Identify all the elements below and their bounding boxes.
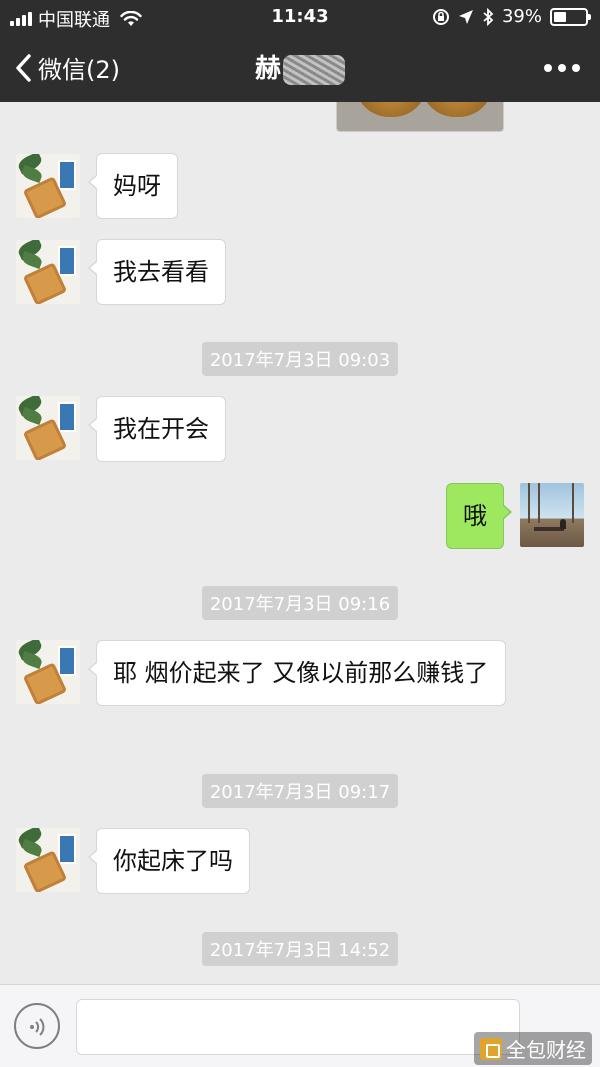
timestamp: 2017年7月3日 09:16 [0, 586, 600, 620]
redacted-name [283, 54, 345, 85]
image-message[interactable] [336, 102, 504, 132]
bluetooth-icon [483, 7, 494, 26]
timestamp: 2017年7月3日 09:03 [0, 342, 600, 376]
voice-icon [30, 1018, 45, 1036]
contact-avatar[interactable] [16, 154, 80, 218]
timestamp: 2017年7月3日 14:52 [0, 932, 600, 966]
more-button[interactable] [544, 64, 580, 72]
contact-avatar[interactable] [16, 640, 80, 704]
more-icon [544, 64, 552, 72]
battery-percent: 39% [501, 6, 542, 27]
chat-area[interactable]: 妈呀 我去看看 2017年7月3日 09:03 我在开会 哦 2017年7月3日… [0, 102, 600, 984]
message-bubble[interactable]: 我去看看 [88, 239, 226, 305]
nav-bar: 微信(2) 赫 [0, 34, 600, 102]
rotation-lock-icon [432, 8, 449, 25]
chat-title: 赫 [0, 48, 600, 85]
contact-avatar[interactable] [16, 240, 80, 304]
watermark-text: 全包财经 [506, 1038, 586, 1062]
location-icon [458, 9, 473, 24]
message-input[interactable] [76, 999, 520, 1055]
message-bubble[interactable]: 你起床了吗 [88, 828, 250, 894]
my-message-bubble[interactable]: 哦 [446, 483, 512, 549]
contact-avatar[interactable] [16, 396, 80, 460]
contact-avatar[interactable] [16, 828, 80, 892]
message-bubble[interactable]: 妈呀 [88, 153, 178, 219]
battery-level [554, 11, 566, 22]
status-bar: 中国联通 11:43 39% [0, 0, 600, 34]
message-bubble[interactable]: 我在开会 [88, 396, 226, 462]
battery-icon [550, 7, 591, 26]
chat-title-text: 赫 [254, 54, 281, 84]
watermark-logo-icon [480, 1037, 502, 1060]
my-avatar[interactable] [520, 483, 584, 547]
timestamp: 2017年7月3日 09:17 [0, 774, 600, 808]
message-bubble[interactable]: 耶 烟价起来了 又像以前那么赚钱了 [88, 640, 506, 706]
voice-button[interactable] [14, 1003, 60, 1049]
watermark: 全包财经 [474, 1032, 592, 1065]
top-bar: 中国联通 11:43 39% 微信(2) 赫 [0, 0, 600, 102]
